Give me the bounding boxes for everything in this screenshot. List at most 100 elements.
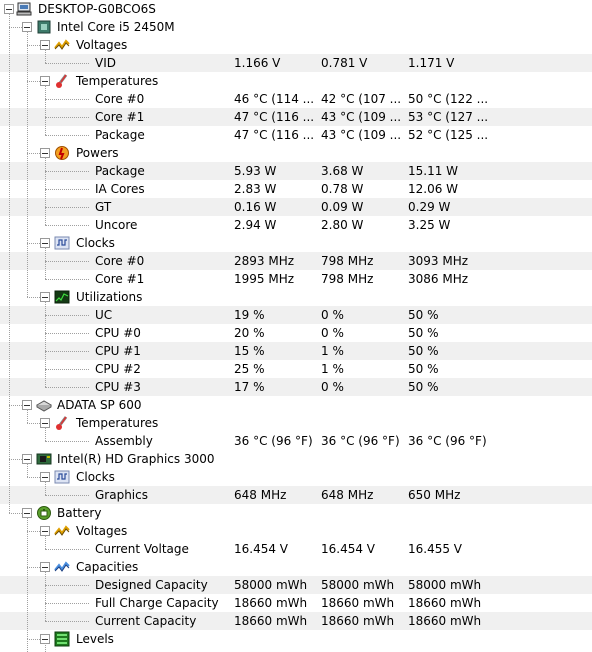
node-label: Intel(R) HD Graphics 3000 bbox=[57, 452, 215, 466]
tree-guide-line bbox=[27, 81, 40, 82]
sensor-value: 15 % bbox=[234, 344, 265, 358]
clock-wave-icon bbox=[54, 469, 70, 485]
tree-guide-line bbox=[45, 387, 89, 388]
sensor-max: 15.11 W bbox=[408, 164, 459, 178]
sensor-max: 50 °C (122 ... bbox=[408, 92, 489, 106]
sensor-value: 1995 MHz bbox=[234, 272, 295, 286]
sensor-name: Core #0 bbox=[95, 92, 145, 106]
node-label: Battery bbox=[57, 506, 102, 520]
tree-guide-line bbox=[45, 63, 89, 64]
sensor-tree[interactable]: DESKTOP-G0BCO6S Intel Core i5 2450M Voltag… bbox=[0, 0, 592, 652]
thermometer-icon bbox=[54, 73, 70, 89]
sensor-value: 46 °C (114 ... bbox=[234, 92, 315, 106]
sensor-max: 650 MHz bbox=[408, 488, 461, 502]
sensor-min: 0 % bbox=[321, 380, 344, 394]
tree-guide-line bbox=[45, 333, 89, 334]
sensor-name: Package bbox=[95, 128, 145, 142]
tree-guide-line bbox=[45, 207, 89, 208]
tree-guide-line bbox=[45, 49, 46, 63]
tree-guide-line bbox=[9, 459, 22, 460]
tree-guide-line bbox=[45, 585, 89, 586]
sensor-min: 18660 mWh bbox=[321, 614, 395, 628]
sensor-value: 648 MHz bbox=[234, 488, 287, 502]
tree-guide-line bbox=[27, 243, 40, 244]
sensor-value: 5.93 W bbox=[234, 164, 277, 178]
tree-node[interactable]: Clocks bbox=[0, 234, 592, 252]
sensor-name: IA Cores bbox=[95, 182, 145, 196]
tree-guide-line bbox=[45, 99, 89, 100]
tree-guide-line bbox=[27, 639, 28, 652]
tree-guide-line bbox=[45, 117, 89, 118]
tree-node[interactable]: Battery bbox=[0, 504, 592, 522]
sensor-name: Core #1 bbox=[95, 110, 145, 124]
tree-node[interactable]: Clocks bbox=[0, 468, 592, 486]
sensor-max: 3093 MHz bbox=[408, 254, 469, 268]
tree-node[interactable]: Capacities bbox=[0, 558, 592, 576]
tree-guide-line bbox=[45, 247, 46, 279]
power-icon bbox=[54, 145, 70, 161]
sensor-value: 17 % bbox=[234, 380, 265, 394]
sensor-name: Current Voltage bbox=[95, 542, 189, 556]
sensor-max: 1.171 V bbox=[408, 56, 455, 70]
sensor-min: 3.68 W bbox=[321, 164, 364, 178]
sensor-min: 42 °C (107 ... bbox=[321, 92, 402, 106]
thermometer-icon bbox=[54, 415, 70, 431]
tree-guide-line bbox=[27, 463, 28, 477]
tree-guide-line bbox=[45, 643, 46, 652]
tree-node[interactable]: DESKTOP-G0BCO6S bbox=[0, 0, 592, 18]
sensor-min: 16.454 V bbox=[321, 542, 376, 556]
tree-guide-line bbox=[27, 409, 28, 423]
sensor-name: GT bbox=[95, 200, 112, 214]
tree-node[interactable]: Voltages bbox=[0, 522, 592, 540]
tree-guide-line bbox=[27, 153, 40, 154]
sensor-min: 798 MHz bbox=[321, 254, 374, 268]
sensor-name: UC bbox=[95, 308, 113, 322]
tree-guide-line bbox=[45, 571, 46, 621]
sensor-min: 43 °C (109 ... bbox=[321, 128, 402, 142]
tree-node[interactable]: Intel Core i5 2450M bbox=[0, 18, 592, 36]
tree-guide-line bbox=[45, 621, 89, 622]
sensor-min: 798 MHz bbox=[321, 272, 374, 286]
sensor-name: Full Charge Capacity bbox=[95, 596, 219, 610]
node-label: Voltages bbox=[76, 524, 128, 538]
sensor-value: 47 °C (116 ... bbox=[234, 128, 315, 142]
tree-guide-line bbox=[45, 369, 89, 370]
tree-node[interactable]: ADATA SP 600 bbox=[0, 396, 592, 414]
tree-node[interactable]: Temperatures bbox=[0, 414, 592, 432]
tree-node[interactable]: Levels bbox=[0, 630, 592, 648]
tree-node[interactable]: Intel(R) HD Graphics 3000 bbox=[0, 450, 592, 468]
sensor-value: 47 °C (116 ... bbox=[234, 110, 315, 124]
tree-guide-line bbox=[45, 495, 89, 496]
sensor-name: CPU #3 bbox=[95, 380, 141, 394]
sensor-max: 50 % bbox=[408, 344, 439, 358]
tree-guide-line bbox=[27, 423, 40, 424]
sensor-max: 12.06 W bbox=[408, 182, 459, 196]
tree-guide-line bbox=[9, 405, 22, 406]
tree-guide-line bbox=[27, 567, 40, 568]
tree-guide-line bbox=[45, 225, 89, 226]
sensor-name: CPU #2 bbox=[95, 362, 141, 376]
sensor-min: 36 °C (96 °F) bbox=[321, 434, 400, 448]
sensor-max: 3086 MHz bbox=[408, 272, 469, 286]
sensor-min: 18660 mWh bbox=[321, 596, 395, 610]
clock-wave-icon bbox=[54, 235, 70, 251]
sensor-value: 58000 mWh bbox=[234, 578, 308, 592]
tree-guide-line bbox=[45, 603, 89, 604]
tree-node[interactable]: Voltages bbox=[0, 36, 592, 54]
sensor-name: Graphics bbox=[95, 488, 148, 502]
voltage-icon bbox=[54, 37, 70, 53]
tree-guide-line bbox=[45, 549, 89, 550]
sensor-min: 1 % bbox=[321, 344, 344, 358]
sensor-min: 1 % bbox=[321, 362, 344, 376]
tree-node[interactable]: Utilizations bbox=[0, 288, 592, 306]
tree-guide-line bbox=[45, 301, 46, 387]
sensor-min: 43 °C (109 ... bbox=[321, 110, 402, 124]
tree-node[interactable]: Powers bbox=[0, 144, 592, 162]
sensor-value: 2.83 W bbox=[234, 182, 277, 196]
tree-node[interactable]: Temperatures bbox=[0, 72, 592, 90]
sensor-max: 53 °C (127 ... bbox=[408, 110, 489, 124]
sensor-name: Core #1 bbox=[95, 272, 145, 286]
sensor-max: 16.455 V bbox=[408, 542, 463, 556]
sensor-max: 50 % bbox=[408, 326, 439, 340]
battery-icon bbox=[36, 505, 52, 521]
